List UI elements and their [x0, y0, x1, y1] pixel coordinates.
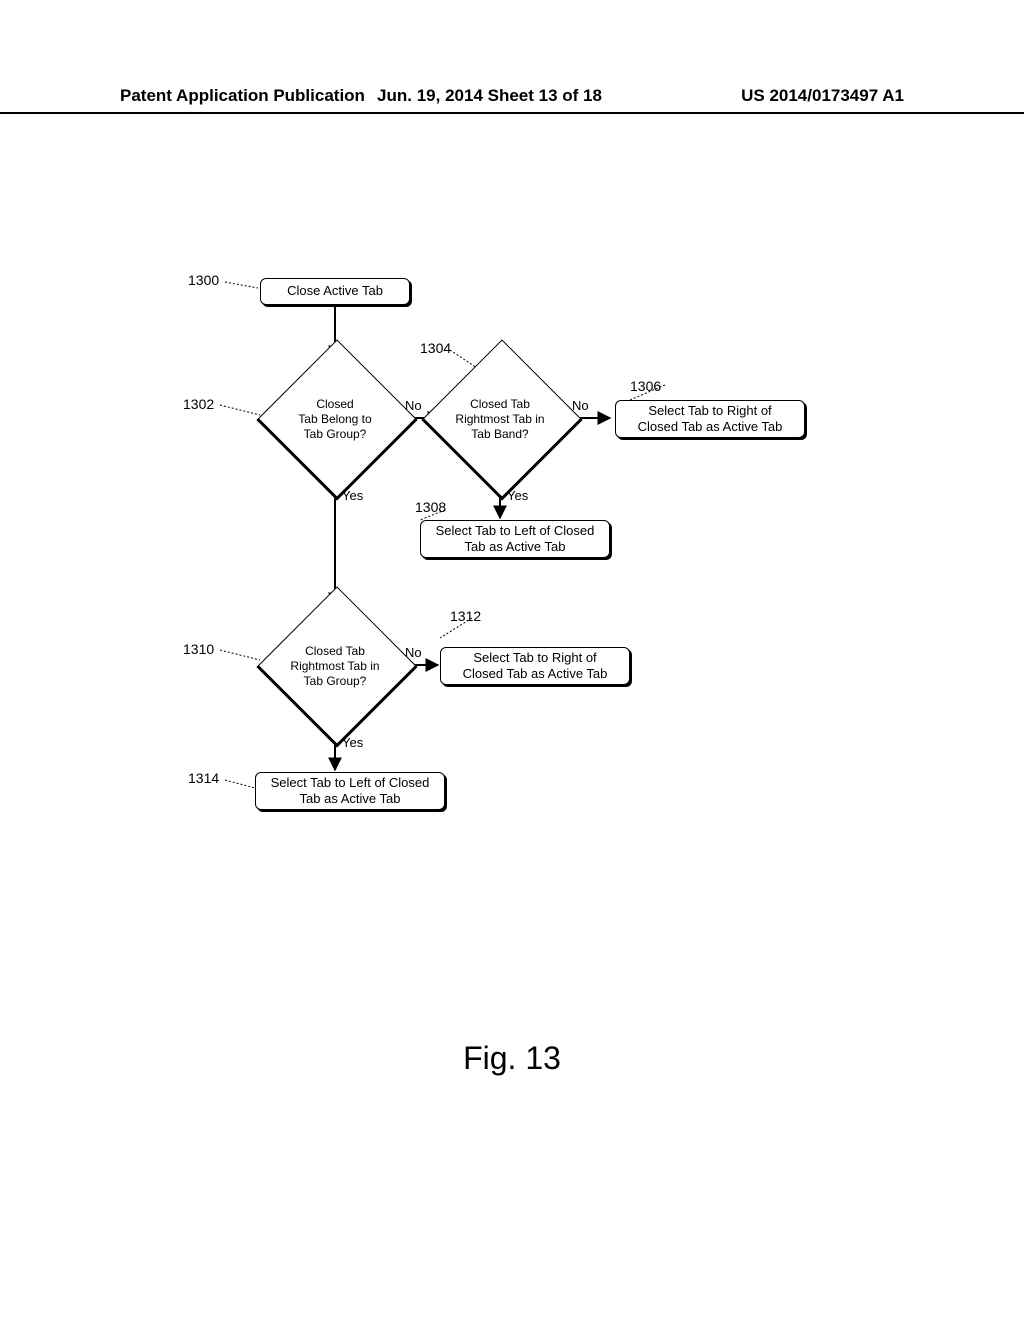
header-right: US 2014/0173497 A1: [741, 86, 904, 106]
decision-belong-to-group-label: Closed Tab Belong to Tab Group?: [270, 397, 400, 442]
edge-1304-no: No: [572, 398, 589, 413]
node-label: Closed Tab Belong to Tab Group?: [298, 397, 371, 441]
figure-caption: Fig. 13: [0, 1040, 1024, 1077]
edge-1302-no: No: [405, 398, 422, 413]
ref-1300: 1300: [188, 272, 219, 288]
ref-1308: 1308: [415, 499, 446, 515]
process-close-active-tab: Close Active Tab: [260, 278, 410, 305]
node-label: Closed Tab Rightmost Tab in Tab Group?: [290, 644, 379, 688]
decision-rightmost-group-label: Closed Tab Rightmost Tab in Tab Group?: [270, 644, 400, 689]
ref-1314: 1314: [188, 770, 219, 786]
node-label: Select Tab to Left of Closed Tab as Acti…: [436, 523, 595, 556]
ref-1304: 1304: [420, 340, 451, 356]
page-header: Patent Application Publication Jun. 19, …: [0, 86, 1024, 114]
header-left: Patent Application Publication: [120, 86, 365, 106]
process-select-right-group: Select Tab to Right of Closed Tab as Act…: [440, 647, 630, 685]
node-label: Select Tab to Right of Closed Tab as Act…: [638, 403, 783, 436]
process-select-left-band: Select Tab to Left of Closed Tab as Acti…: [420, 520, 610, 558]
process-select-right-band: Select Tab to Right of Closed Tab as Act…: [615, 400, 805, 438]
edge-1310-no: No: [405, 645, 422, 660]
header-mid: Jun. 19, 2014 Sheet 13 of 18: [377, 86, 602, 106]
edge-1302-yes: Yes: [342, 488, 363, 503]
process-select-left-group: Select Tab to Left of Closed Tab as Acti…: [255, 772, 445, 810]
ref-1312: 1312: [450, 608, 481, 624]
ref-1302: 1302: [183, 396, 214, 412]
edge-1310-yes: Yes: [342, 735, 363, 750]
node-label: Select Tab to Left of Closed Tab as Acti…: [271, 775, 430, 808]
ref-1306: 1306: [630, 378, 661, 394]
page: Patent Application Publication Jun. 19, …: [0, 0, 1024, 1320]
node-label: Select Tab to Right of Closed Tab as Act…: [463, 650, 608, 683]
decision-rightmost-band-label: Closed Tab Rightmost Tab in Tab Band?: [435, 397, 565, 442]
node-label: Close Active Tab: [287, 283, 383, 299]
edge-1304-yes: Yes: [507, 488, 528, 503]
flowchart: Close Active Tab Closed Tab Belong to Ta…: [120, 260, 900, 960]
ref-1310: 1310: [183, 641, 214, 657]
node-label: Closed Tab Rightmost Tab in Tab Band?: [455, 397, 544, 441]
